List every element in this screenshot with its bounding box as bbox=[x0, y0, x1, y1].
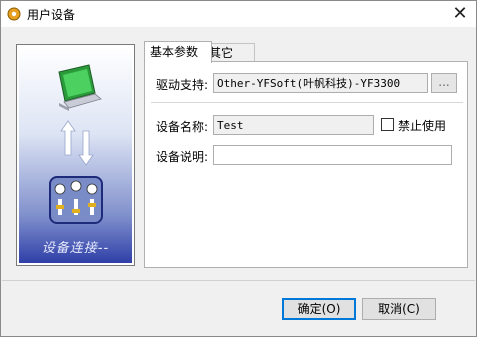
divider bbox=[151, 102, 463, 103]
transfer-arrows-icon bbox=[60, 120, 94, 166]
footer-divider bbox=[2, 280, 475, 281]
device-panel-icon bbox=[49, 176, 103, 224]
side-caption: 设备连接-- bbox=[41, 241, 110, 256]
side-banner-image: 设备连接-- bbox=[19, 47, 132, 263]
tab-control: 基本参数 其它 驱动支持: Other-YFSoft(叶帆科技)-YF3300 … bbox=[141, 41, 468, 268]
device-name-label: 设备名称: bbox=[156, 120, 209, 134]
disable-checkbox[interactable] bbox=[381, 118, 394, 131]
disable-label[interactable]: 禁止使用 bbox=[398, 117, 446, 134]
title-bar[interactable]: 用户设备 ✕ bbox=[1, 1, 476, 27]
device-desc-field[interactable] bbox=[213, 145, 452, 165]
driver-field: Other-YFSoft(叶帆科技)-YF3300 bbox=[213, 73, 428, 93]
close-icon: ✕ bbox=[452, 3, 468, 24]
device-connection-illustration bbox=[49, 64, 103, 224]
computer-icon bbox=[58, 64, 102, 111]
device-desc-label: 设备说明: bbox=[156, 150, 209, 164]
browse-driver-button[interactable]: ... bbox=[431, 73, 457, 93]
dialog-window: 用户设备 ✕ 设备连接-- 基本参数 其它 驱动支持: Other-YFSoft… bbox=[0, 0, 477, 337]
side-banner: 设备连接-- bbox=[16, 44, 135, 266]
tab-basic-params[interactable]: 基本参数 bbox=[144, 41, 212, 63]
ok-button[interactable]: 确定(O) bbox=[282, 298, 356, 320]
close-button[interactable]: ✕ bbox=[448, 3, 472, 25]
tab-panel: 驱动支持: Other-YFSoft(叶帆科技)-YF3300 ... 设备名称… bbox=[144, 61, 468, 268]
app-gear-icon bbox=[7, 7, 21, 21]
driver-label: 驱动支持: bbox=[156, 78, 209, 92]
window-title: 用户设备 bbox=[27, 8, 76, 22]
device-name-field[interactable]: Test bbox=[213, 115, 374, 135]
cancel-button[interactable]: 取消(C) bbox=[362, 298, 436, 320]
